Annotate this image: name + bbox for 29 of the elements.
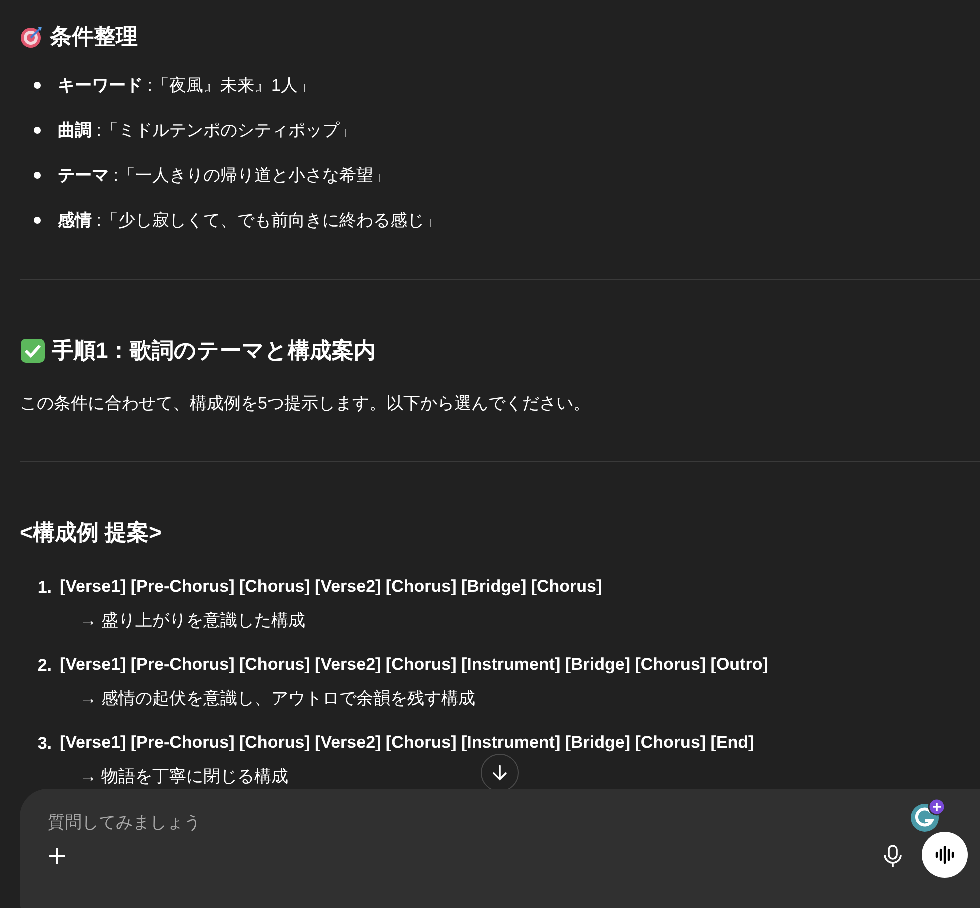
bullet-icon xyxy=(34,172,41,179)
list-item-text: 曲調 :「ミドルテンポのシティポップ」 xyxy=(58,120,356,142)
paragraph-text: この条件に合わせて、構成例を5つ提示します。以下から選んでください。 xyxy=(20,393,592,415)
target-icon xyxy=(20,24,44,48)
structure-title: [Verse1] [Pre-Chorus] [Chorus] [Verse2] [Chorus] [Bridge] [Chorus] xyxy=(60,576,602,598)
item-number: 2. xyxy=(36,654,53,676)
grammar-extension-icon[interactable] xyxy=(910,799,946,833)
structure-note: → 物語を丁寧に閉じる構成 xyxy=(80,766,289,788)
section-heading: 手順1：歌詞のテーマと構成案内 xyxy=(52,337,376,365)
check-icon xyxy=(20,338,46,364)
arrow-down-icon xyxy=(491,764,509,782)
item-number: 3. xyxy=(36,732,53,754)
structure-title: [Verse1] [Pre-Chorus] [Chorus] [Verse2] [Chorus] [Instrument] [Bridge] [Chorus] [End] xyxy=(60,732,754,754)
waveform-icon xyxy=(934,846,956,864)
structure-note: → 盛り上がりを意識した構成 xyxy=(80,610,306,632)
bullet-icon xyxy=(34,127,41,134)
list-item-text: テーマ :「一人きりの帰り道と小さな希望」 xyxy=(58,164,390,187)
item-number: 1. xyxy=(36,576,53,598)
bullet-icon xyxy=(34,82,41,89)
message-input[interactable]: 質問してみましょう xyxy=(46,809,746,836)
voice-mode-button[interactable] xyxy=(922,832,968,878)
scroll-down-button[interactable] xyxy=(481,754,519,792)
section-heading: <構成例 提案> xyxy=(20,518,162,546)
structure-title: [Verse1] [Pre-Chorus] [Chorus] [Verse2] [Chorus] [Instrument] [Bridge] [Chorus] [Outro] xyxy=(60,654,768,676)
section-heading: 条件整理 xyxy=(50,23,138,51)
bullet-icon xyxy=(34,217,41,224)
list-item-text: キーワード :「夜風』未来』1人」 xyxy=(58,74,315,97)
list-item-text: 感情 :「少し寂しくて、でも前向きに終わる感じ」 xyxy=(58,210,442,232)
structure-note: → 感情の起伏を意識し、アウトロで余韻を残す構成 xyxy=(80,688,476,710)
